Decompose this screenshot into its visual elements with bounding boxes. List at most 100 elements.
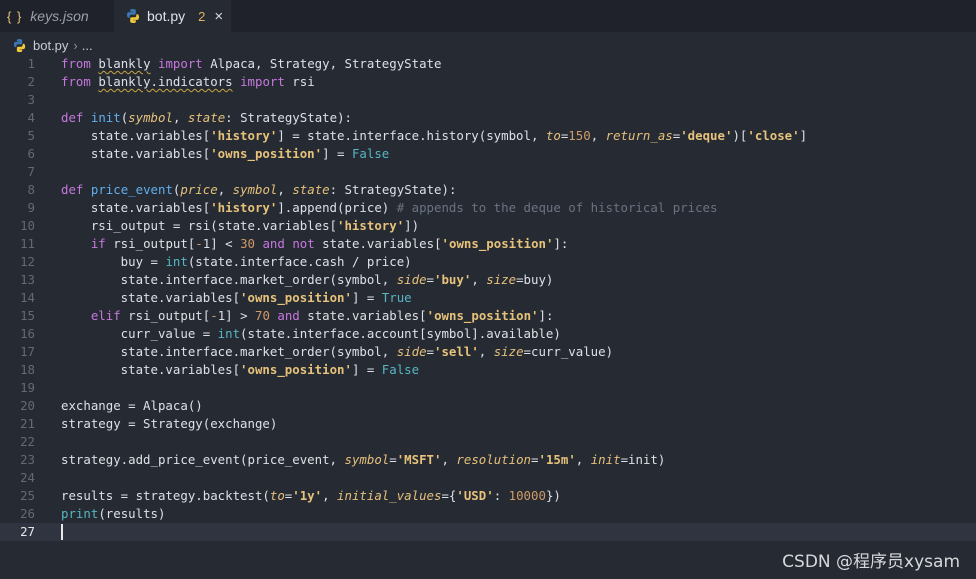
code-text: def price_event(price, symbol, state: St… [61,181,456,199]
breadcrumb-more[interactable]: ... [82,38,93,53]
close-icon[interactable]: × [214,9,223,24]
code-token: , [478,344,494,359]
code-line[interactable]: 17 state.interface.market_order(symbol, … [0,343,976,361]
code-token: ] = state.interface.history(symbol, [277,128,546,143]
python-icon [127,9,139,23]
code-text: from blankly import Alpaca, Strategy, St… [61,55,441,73]
code-token: 1] > [217,308,255,323]
code-token: =buy) [516,272,554,287]
code-text: elif rsi_output[-1] > 70 and state.varia… [61,307,554,325]
code-token: ={ [441,488,457,503]
code-text: buy = int(state.interface.cash / price) [61,253,412,271]
code-line[interactable]: 2 from blankly.indicators import rsi [0,73,976,91]
code-token: 150 [568,128,591,143]
line-number: 7 [27,164,35,179]
code-line[interactable]: 5 state.variables['history'] = state.int… [0,127,976,145]
line-number: 20 [20,398,35,413]
code-token: resolution [456,452,532,467]
code-line[interactable]: 22 [0,433,976,451]
code-token: state [187,110,226,125]
code-line[interactable]: 27 [0,523,976,541]
code-token: to [545,128,561,143]
code-token: and [262,236,285,251]
code-token: )[ [732,128,748,143]
code-token: ] = [322,146,352,161]
code-text: from blankly.indicators import rsi [61,73,315,91]
code-line[interactable]: 18 state.variables['owns_position'] = Fa… [0,361,976,379]
code-token: ]: [553,236,569,251]
code-token: , [471,272,487,287]
code-line[interactable]: 10 rsi_output = rsi(state.variables['his… [0,217,976,235]
line-number: 24 [20,470,35,485]
code-line[interactable]: 13 state.interface.market_order(symbol, … [0,271,976,289]
line-number: 18 [20,362,35,377]
code-line[interactable]: 11 if rsi_output[-1] < 30 and not state.… [0,235,976,253]
code-text: rsi_output = rsi(state.variables['histor… [61,217,419,235]
code-editor[interactable]: 1 from blankly import Alpaca, Strategy, S… [0,55,976,541]
code-line[interactable]: 25 results = strategy.backtest(to='1y', i… [0,487,976,505]
code-token: price_event [90,182,173,197]
code-token: int [165,254,188,269]
line-number: 22 [20,434,35,449]
code-token: ]: [538,308,554,323]
code-token: 'owns_position' [240,362,352,377]
code-token: price [180,182,218,197]
code-token: (state.interface.cash / price) [187,254,412,269]
code-token: side [396,272,427,287]
code-token: state.variables[ [61,290,241,305]
code-token: from [61,56,91,71]
code-line[interactable]: 1 from blankly import Alpaca, Strategy, S… [0,55,976,73]
code-token: 'history' [337,218,405,233]
breadcrumb: bot.py › ... [12,35,93,55]
code-token: 'owns_position' [441,236,554,251]
code-line[interactable]: 8 def price_event(price, symbol, state: S… [0,181,976,199]
code-text: state.variables['owns_position'] = False [61,361,419,379]
code-line[interactable]: 3 [0,91,976,109]
tab-keys-json[interactable]: { } keys.json [0,0,114,32]
code-line[interactable]: 14 state.variables['owns_position'] = Tr… [0,289,976,307]
code-line[interactable]: 9 state.variables['history'].append(pric… [0,199,976,217]
code-token: 'owns_position' [426,308,539,323]
code-line[interactable]: 19 [0,379,976,397]
code-token: '1y' [292,488,323,503]
code-line[interactable]: 26 print(results) [0,505,976,523]
code-token: init [90,110,121,125]
code-token: def [61,110,84,125]
code-line[interactable]: 16 curr_value = int(state.interface.acco… [0,325,976,343]
code-line[interactable]: 4 def init(symbol, state: StrategyState): [0,109,976,127]
code-token: False [381,362,420,377]
breadcrumb-file[interactable]: bot.py [33,38,68,53]
tab-bot-py[interactable]: bot.py 2 × [114,0,231,32]
code-token: Alpaca, Strategy, StrategyState [202,56,442,71]
code-token: def [61,182,84,197]
code-line[interactable]: 12 buy = int(state.interface.cash / pric… [0,253,976,271]
code-line[interactable]: 7 [0,163,976,181]
line-number: 12 [20,254,35,269]
code-line[interactable]: 24 [0,469,976,487]
line-number: 17 [20,344,35,359]
code-token: results = strategy.backtest( [61,488,270,503]
code-token: (results) [98,506,166,521]
code-token: 'owns_position' [240,290,352,305]
code-token: , [441,452,457,467]
code-line[interactable]: 20 exchange = Alpaca() [0,397,976,415]
code-text: state.variables['history'] = state.inter… [61,127,807,145]
code-token: import [240,74,285,89]
code-text: exchange = Alpaca() [61,397,203,415]
code-line[interactable]: 15 elif rsi_output[-1] > 70 and state.va… [0,307,976,325]
text-cursor [61,524,63,540]
code-token: = [426,272,435,287]
code-token: elif [90,308,121,323]
tab-bar: { } keys.json bot.py 2 × [0,0,976,32]
line-number: 27 [20,524,35,539]
tab-label: bot.py [147,8,186,24]
code-line[interactable]: 23 strategy.add_price_event(price_event, … [0,451,976,469]
code-token: : StrategyState): [329,182,457,197]
code-token: symbol [128,110,173,125]
code-text: results = strategy.backtest(to='1y', ini… [61,487,561,505]
code-line[interactable]: 6 state.variables['owns_position'] = Fal… [0,145,976,163]
code-token: if [90,236,106,251]
code-token: rsi [284,74,315,89]
code-line[interactable]: 21 strategy = Strategy(exchange) [0,415,976,433]
